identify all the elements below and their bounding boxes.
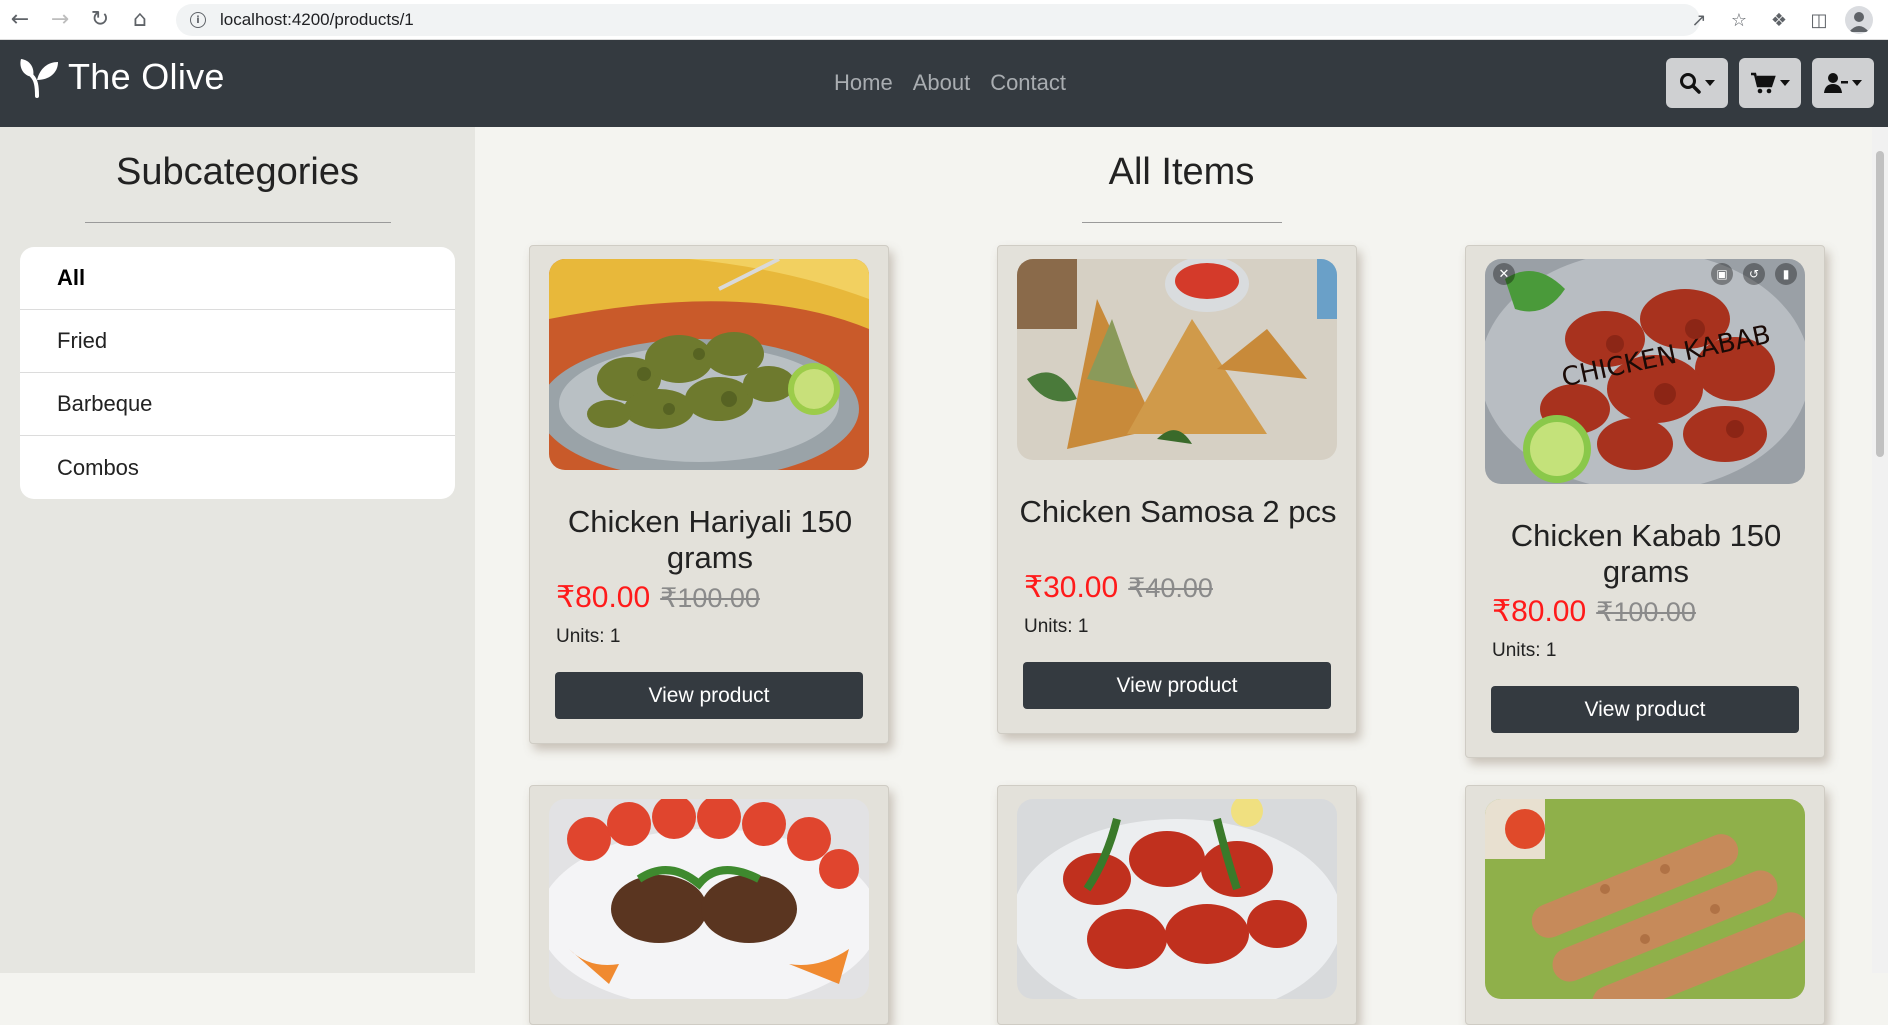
reload-icon[interactable]: ↻ bbox=[80, 0, 120, 40]
close-icon[interactable]: ✕ bbox=[1493, 263, 1515, 285]
product-card: CHICKEN KABAB ✕ ▣ ↺ ▮ Chicken Kabab 150 … bbox=[1465, 245, 1825, 758]
profile-icon[interactable] bbox=[1840, 1, 1878, 39]
bookmark-star-icon[interactable]: ☆ bbox=[1720, 1, 1758, 39]
divider bbox=[84, 222, 391, 223]
subcategory-item-barbeque[interactable]: Barbeque bbox=[20, 373, 455, 436]
product-card bbox=[997, 785, 1357, 1025]
address-bar[interactable]: i localhost:4200/products/1 bbox=[176, 4, 1700, 36]
product-image[interactable]: CHICKEN KABAB ✕ ▣ ↺ ▮ bbox=[1485, 259, 1805, 484]
product-image[interactable] bbox=[1017, 799, 1337, 999]
subcategory-item-combos[interactable]: Combos bbox=[20, 436, 455, 499]
product-price: ₹80.00 bbox=[1492, 595, 1587, 628]
brand-name[interactable]: The Olive bbox=[68, 56, 225, 98]
product-card bbox=[529, 785, 889, 1025]
product-units: Units: 1 bbox=[1024, 616, 1089, 637]
chevron-down-icon bbox=[1852, 80, 1862, 86]
product-price: ₹30.00 bbox=[1024, 571, 1119, 604]
subcategory-item-fried[interactable]: Fried bbox=[20, 310, 455, 373]
visual-search-icon[interactable]: ▣ bbox=[1711, 263, 1733, 285]
forward-icon[interactable]: → bbox=[40, 0, 80, 40]
chevron-down-icon bbox=[1780, 80, 1790, 86]
product-image[interactable] bbox=[1485, 799, 1805, 999]
product-grid-section: All Items Chicken Hariyali 150 grams ₹80… bbox=[475, 127, 1888, 1025]
back-icon[interactable]: ← bbox=[0, 0, 40, 40]
browser-toolbar: ← → ↻ ⌂ i localhost:4200/products/1 ↗ ☆ … bbox=[0, 0, 1888, 40]
product-units: Units: 1 bbox=[556, 626, 621, 647]
site-info-icon[interactable]: i bbox=[190, 12, 206, 28]
view-product-button[interactable]: View product bbox=[555, 672, 863, 719]
home-icon[interactable]: ⌂ bbox=[120, 0, 160, 40]
chevron-down-icon bbox=[1705, 80, 1715, 86]
product-old-price: ₹100.00 bbox=[1596, 597, 1696, 627]
nav-about-link[interactable]: About bbox=[913, 70, 971, 96]
divider bbox=[1081, 222, 1282, 223]
extensions-icon[interactable]: ❖ bbox=[1760, 1, 1798, 39]
product-price: ₹80.00 bbox=[556, 581, 651, 614]
nav-contact-link[interactable]: Contact bbox=[990, 70, 1066, 96]
page-scrollbar[interactable] bbox=[1872, 127, 1888, 973]
product-old-price: ₹40.00 bbox=[1128, 573, 1213, 603]
price-row: ₹80.00 ₹100.00 bbox=[1492, 594, 1696, 629]
bookmark-icon[interactable]: ▮ bbox=[1775, 263, 1797, 285]
share-icon[interactable]: ↗ bbox=[1680, 1, 1718, 39]
scrollbar-thumb[interactable] bbox=[1876, 151, 1884, 457]
product-image[interactable] bbox=[549, 799, 869, 999]
price-row: ₹80.00 ₹100.00 bbox=[556, 580, 760, 615]
product-name[interactable]: Chicken Hariyali 150 grams bbox=[540, 504, 880, 576]
product-units: Units: 1 bbox=[1492, 640, 1557, 661]
nav-home-link[interactable]: Home bbox=[834, 70, 893, 96]
url-text[interactable]: localhost:4200/products/1 bbox=[220, 10, 414, 30]
user-icon bbox=[1824, 73, 1848, 93]
product-image[interactable] bbox=[1017, 259, 1337, 460]
subcategory-item-all[interactable]: All bbox=[20, 247, 455, 310]
product-card bbox=[1465, 785, 1825, 1025]
page-title: All Items bbox=[1108, 151, 1255, 193]
subcategory-sidebar: Subcategories All Fried Barbeque Combos bbox=[0, 127, 475, 973]
share-icon[interactable]: ↺ bbox=[1743, 263, 1765, 285]
view-product-button[interactable]: View product bbox=[1023, 662, 1331, 709]
main-menu: Home About Contact bbox=[834, 70, 1066, 96]
view-product-button[interactable]: View product bbox=[1491, 686, 1799, 733]
search-dropdown-button[interactable] bbox=[1666, 58, 1728, 108]
app-navbar: The Olive Home About Contact bbox=[0, 40, 1888, 127]
product-card: Chicken Hariyali 150 grams ₹80.00 ₹100.0… bbox=[529, 245, 889, 744]
product-image[interactable] bbox=[549, 259, 869, 470]
brand[interactable]: The Olive bbox=[18, 56, 225, 98]
sidebar-title: Subcategories bbox=[116, 151, 359, 193]
product-name[interactable]: Chicken Samosa 2 pcs bbox=[1008, 494, 1348, 530]
leaf-logo-icon bbox=[20, 59, 58, 98]
product-old-price: ₹100.00 bbox=[660, 583, 760, 613]
subcategory-list: All Fried Barbeque Combos bbox=[20, 247, 455, 499]
search-icon bbox=[1680, 73, 1701, 94]
product-name[interactable]: Chicken Kabab 150 grams bbox=[1476, 518, 1816, 590]
side-panel-icon[interactable]: ◫ bbox=[1800, 1, 1838, 39]
price-row: ₹30.00 ₹40.00 bbox=[1024, 570, 1213, 605]
cart-dropdown-button[interactable] bbox=[1739, 58, 1801, 108]
product-card: Chicken Samosa 2 pcs ₹30.00 ₹40.00 Units… bbox=[997, 245, 1357, 734]
user-dropdown-button[interactable] bbox=[1812, 58, 1874, 108]
cart-icon bbox=[1751, 72, 1776, 94]
